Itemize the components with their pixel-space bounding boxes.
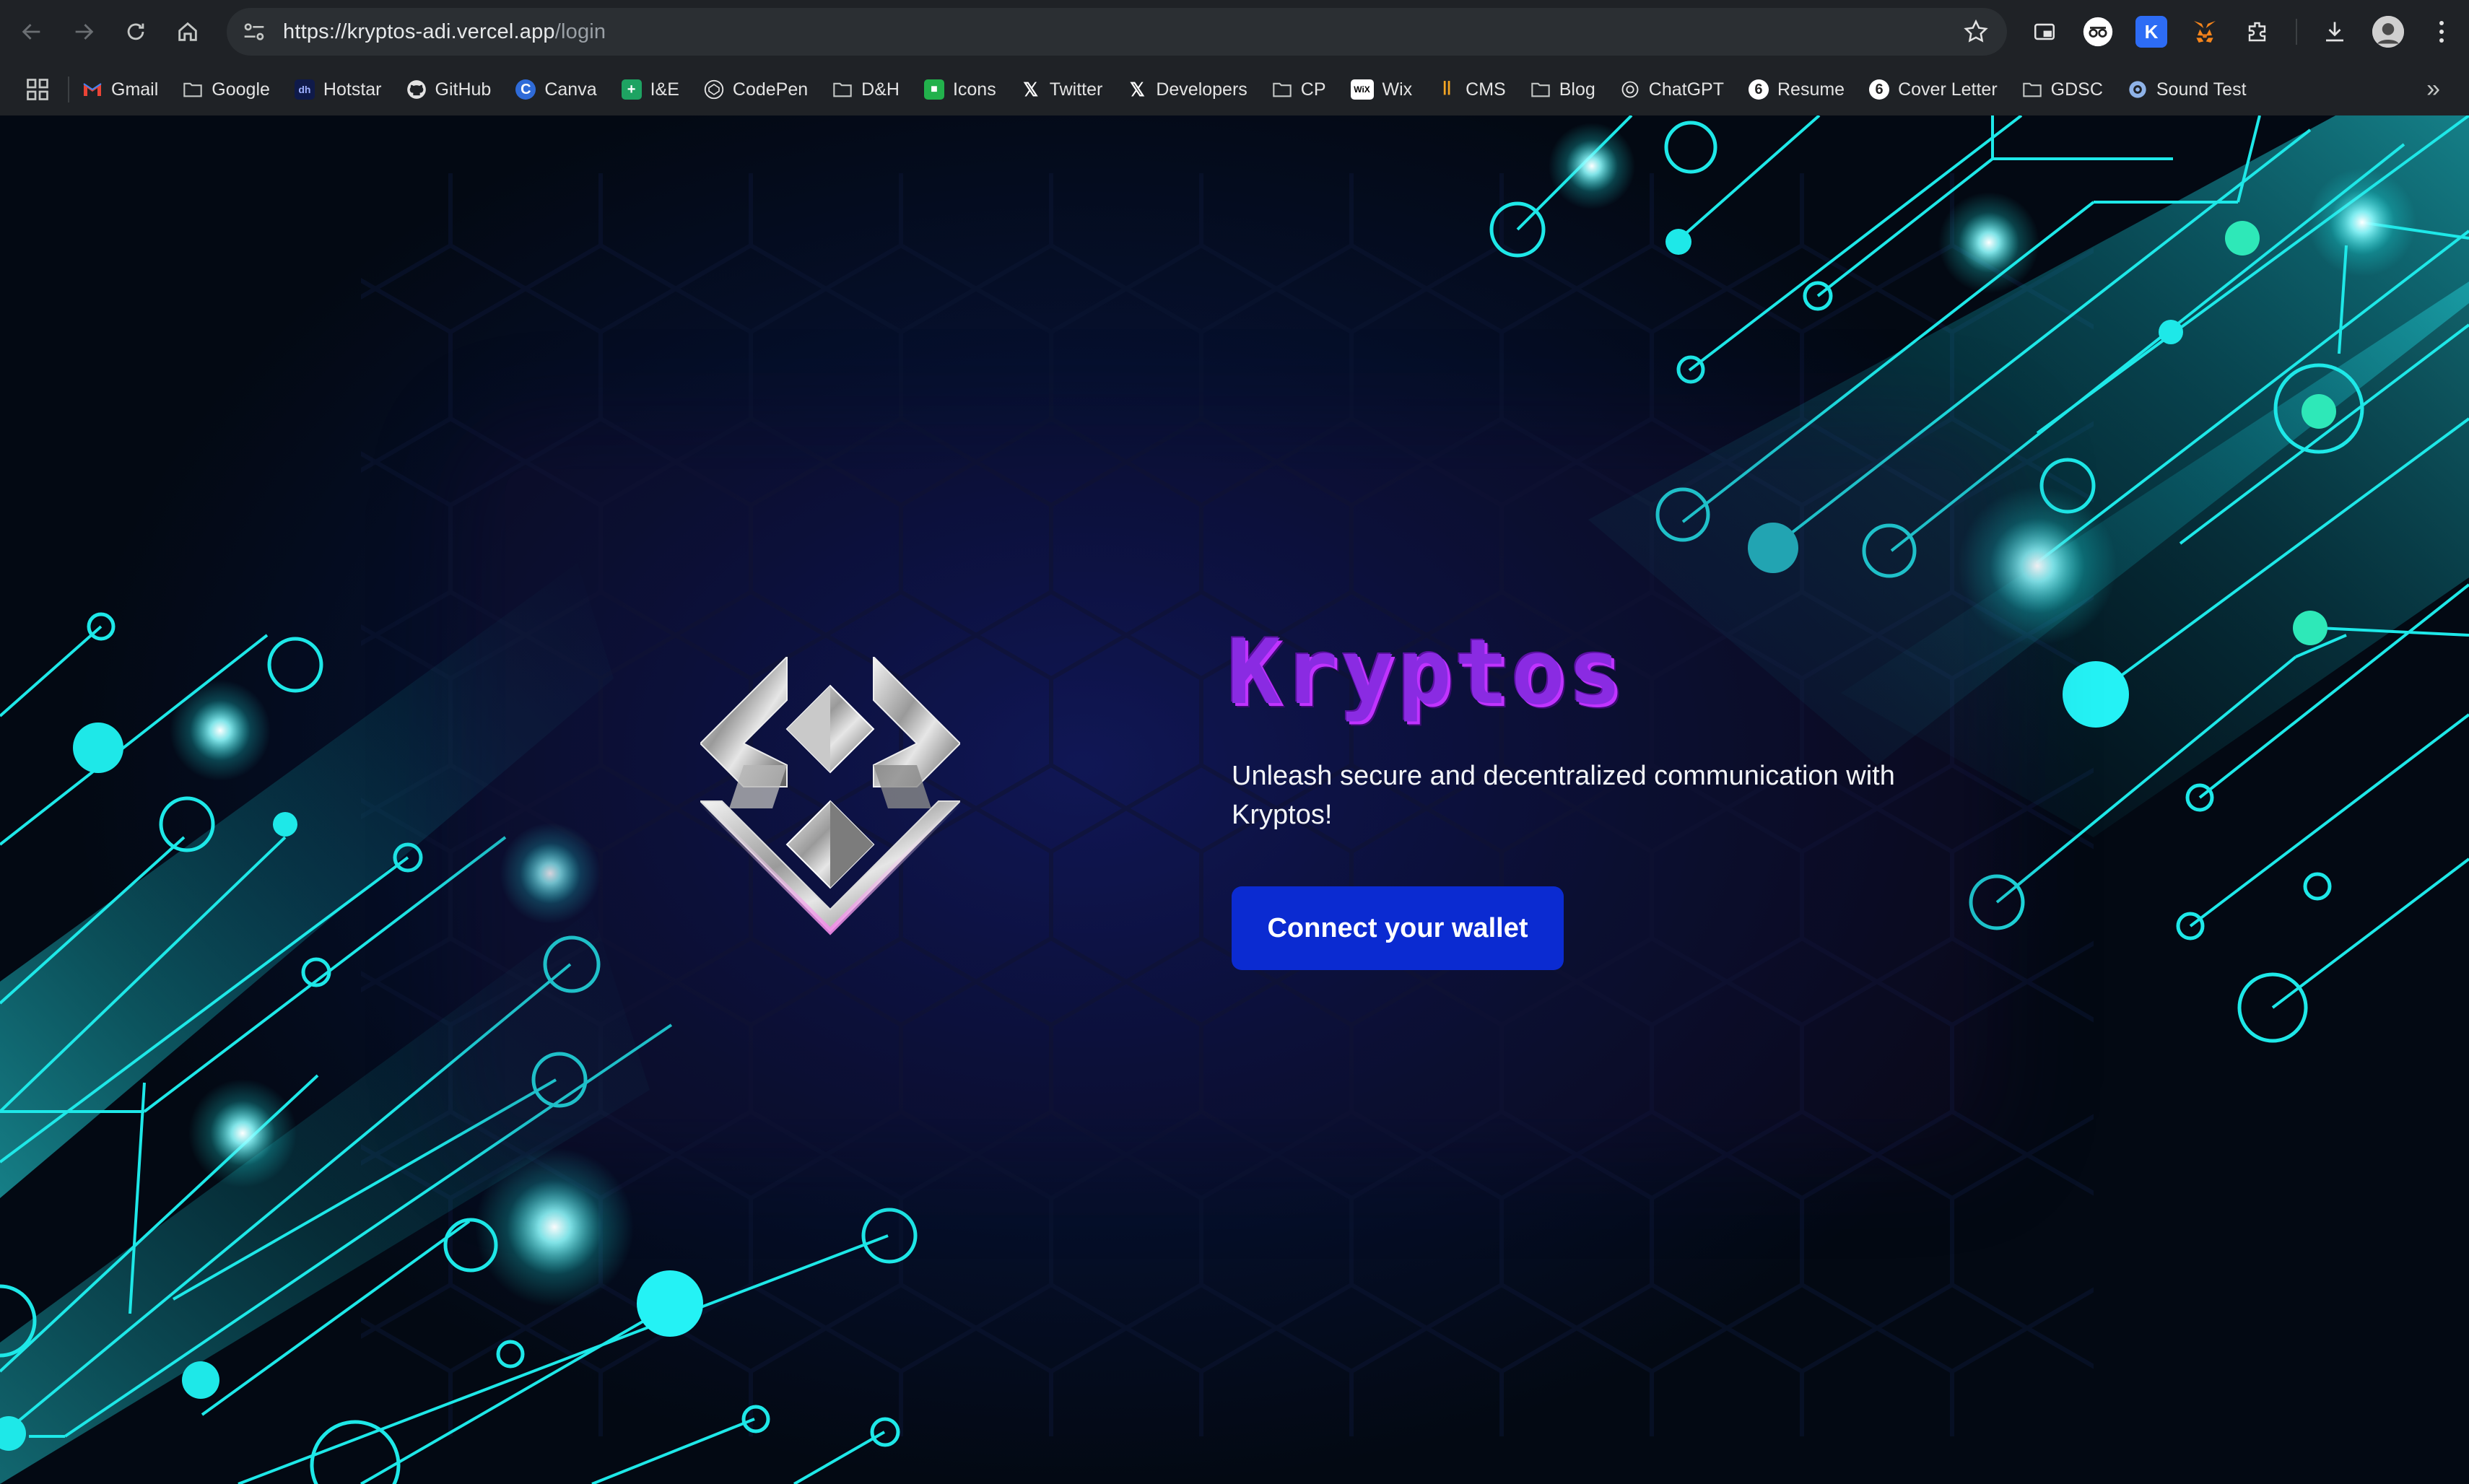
x-icon: 𝕏	[1129, 78, 1145, 100]
bookmark-label: ChatGPT	[1648, 79, 1724, 100]
bookmark-resume[interactable]: 6 Resume	[1748, 79, 1845, 100]
resume-icon: 6	[1748, 79, 1769, 100]
icons-icon: ■	[923, 79, 944, 100]
home-icon	[178, 22, 197, 41]
profile-avatar[interactable]	[2372, 16, 2404, 48]
canva-icon: C	[515, 79, 536, 100]
reload-icon	[127, 23, 144, 40]
bookmark-blog[interactable]: Blog	[1530, 79, 1595, 100]
bookmark-label: Cover Letter	[1898, 79, 1998, 100]
bookmark-label: I&E	[650, 79, 679, 100]
chatgpt-icon	[1620, 79, 1640, 100]
bookmark-label: Developers	[1156, 79, 1247, 100]
browser-toolbar: https://kryptos-adi.vercel.app/login K	[0, 0, 2469, 64]
folder-icon	[1530, 79, 1551, 100]
url-host: https://kryptos-adi.vercel.app	[283, 19, 555, 43]
bookmark-codepen[interactable]: CodePen	[704, 79, 808, 100]
bookmark-cms[interactable]: ꟾꟾ CMS	[1437, 79, 1506, 100]
bookmark-label: CP	[1300, 79, 1326, 100]
bookmark-dh[interactable]: D&H	[832, 79, 900, 100]
toolbar-divider	[2296, 19, 2297, 45]
bookmark-google[interactable]: Google	[183, 79, 270, 100]
bookmark-wix[interactable]: WiX Wix	[1350, 79, 1413, 100]
login-page: Kryptos Unleash secure and decentralized…	[0, 115, 2469, 1484]
apps-grid-icon[interactable]	[25, 77, 51, 102]
codepen-icon	[704, 79, 724, 100]
gmail-icon	[82, 79, 103, 100]
brand-title: Kryptos	[1227, 621, 1625, 725]
url-text[interactable]: https://kryptos-adi.vercel.app/login	[283, 20, 606, 44]
bookmark-label: Gmail	[111, 79, 159, 100]
k-extension-icon[interactable]: K	[2135, 16, 2167, 48]
picture-in-picture-icon[interactable]	[2029, 16, 2060, 48]
forward-button[interactable]	[58, 6, 110, 58]
address-bar[interactable]: https://kryptos-adi.vercel.app/login	[227, 8, 2007, 56]
wix-icon: WiX	[1350, 79, 1374, 100]
metamask-fox-icon[interactable]	[2189, 16, 2221, 48]
extensions-puzzle-icon[interactable]	[2242, 16, 2274, 48]
bookmark-github[interactable]: GitHub	[406, 79, 492, 100]
folder-icon	[1272, 79, 1292, 100]
sheets-icon: +	[621, 79, 642, 100]
x-icon: 𝕏	[1023, 78, 1039, 100]
resume-icon: 6	[1869, 79, 1890, 100]
bookmark-label: Twitter	[1049, 79, 1103, 100]
sound-test-icon	[2128, 79, 2148, 100]
back-button[interactable]	[6, 6, 58, 58]
folder-icon	[832, 79, 853, 100]
bookmarks-bar: Gmail Google dh Hotstar GitHub C Canva +…	[0, 64, 2469, 116]
tagline-text: Unleash secure and decentralized communi…	[1232, 761, 1895, 830]
url-path: /login	[554, 19, 606, 43]
reload-button[interactable]	[110, 6, 162, 58]
extensions-area: K	[2029, 0, 2457, 64]
bookmark-hotstar[interactable]: dh Hotstar	[294, 79, 382, 100]
bookmark-gmail[interactable]: Gmail	[82, 79, 158, 100]
bookmarks-divider	[68, 77, 69, 102]
bookmark-label: Google	[212, 79, 270, 100]
bookmark-cp[interactable]: CP	[1272, 79, 1326, 100]
bookmark-icons[interactable]: ■ Icons	[923, 79, 996, 100]
github-icon	[406, 79, 427, 100]
bookmark-developers[interactable]: 𝕏 Developers	[1127, 79, 1247, 100]
folder-icon	[183, 79, 203, 100]
site-info-icon[interactable]	[240, 17, 269, 46]
incognito-extension-icon[interactable]	[2082, 16, 2114, 48]
bookmark-label: Icons	[952, 79, 996, 100]
bookmark-cover-letter[interactable]: 6 Cover Letter	[1869, 79, 1998, 100]
connect-wallet-button[interactable]: Connect your wallet	[1232, 886, 1564, 970]
bookmark-label: Resume	[1777, 79, 1845, 100]
bookmark-label: Wix	[1382, 79, 1413, 100]
download-icon[interactable]	[2319, 16, 2351, 48]
cms-icon: ꟾꟾ	[1442, 82, 1452, 98]
bookmark-label: GitHub	[435, 79, 492, 100]
bookmark-ie[interactable]: + I&E	[621, 79, 679, 100]
bookmark-label: D&H	[861, 79, 900, 100]
arrow-left-icon	[22, 24, 40, 40]
hotstar-icon: dh	[294, 79, 315, 100]
bookmark-label: Blog	[1559, 79, 1595, 100]
bookmark-gdsc[interactable]: GDSC	[2022, 79, 2103, 100]
folder-icon	[2022, 79, 2042, 100]
home-button[interactable]	[162, 6, 214, 58]
bookmark-label: GDSC	[2050, 79, 2103, 100]
kryptos-logo	[700, 657, 960, 935]
bookmark-label: CMS	[1466, 79, 1506, 100]
bookmark-star-icon[interactable]	[1962, 18, 1990, 45]
arrow-right-icon	[75, 24, 94, 40]
bookmark-twitter[interactable]: 𝕏 Twitter	[1021, 78, 1103, 100]
bookmark-sound-test[interactable]: Sound Test	[2128, 79, 2247, 100]
bookmark-chatgpt[interactable]: ChatGPT	[1620, 79, 1724, 100]
browser-menu-icon[interactable]	[2426, 16, 2457, 48]
more-bookmarks-chevron-icon[interactable]: »	[2426, 75, 2440, 103]
bookmark-label: Canva	[544, 79, 597, 100]
bookmark-label: Hotstar	[323, 79, 382, 100]
bookmark-label: Sound Test	[2156, 79, 2247, 100]
bookmark-label: CodePen	[732, 79, 809, 100]
bookmark-canva[interactable]: C Canva	[515, 79, 597, 100]
